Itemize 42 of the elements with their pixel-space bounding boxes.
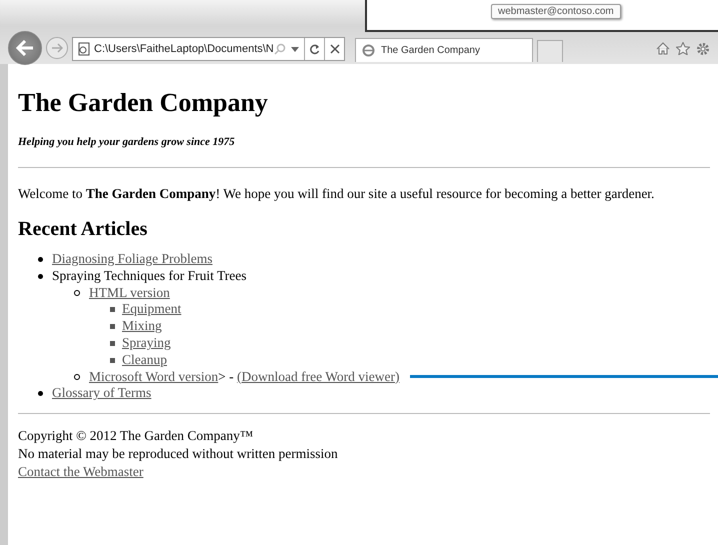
refresh-icon (309, 44, 320, 54)
article-link[interactable]: (Download free Word viewer) (237, 368, 400, 386)
browser-logo-icon (362, 44, 375, 57)
close-icon (330, 44, 340, 54)
copyright-text: Copyright © 2012 The Garden Company™ (18, 427, 254, 446)
address-bar[interactable]: C:\Users\FaitheLaptop\Documents\N (72, 37, 345, 61)
bullet-icon (38, 274, 43, 279)
article-link[interactable]: Equipment (122, 301, 182, 318)
bullet-icon (74, 374, 80, 380)
forward-arrow-icon (51, 43, 63, 53)
bullet-icon (38, 256, 43, 262)
dropdown-caret-icon[interactable] (291, 46, 299, 52)
back-arrow-icon (16, 40, 34, 56)
section-heading: Recent Articles (18, 217, 148, 241)
page-title: The Garden Company (18, 88, 269, 118)
back-button[interactable] (8, 31, 42, 65)
article-link[interactable]: Cleanup (122, 352, 167, 369)
article-text: Spraying Techniques for Fruit Trees (52, 268, 247, 285)
tooltip: webmaster@contoso.com (491, 4, 621, 19)
page-icon (77, 42, 91, 56)
article-link[interactable]: Mixing (122, 318, 162, 335)
star-icon[interactable] (676, 42, 690, 55)
address-text: C:\Users\FaitheLaptop\Documents\N (93, 43, 274, 55)
contact-link[interactable]: Contact the Webmaster (18, 464, 144, 480)
bullet-icon (74, 290, 80, 296)
article-text: > - (218, 368, 235, 386)
article-link[interactable]: Diagnosing Foliage Problems (52, 251, 212, 268)
article-link[interactable]: HTML version (89, 284, 170, 302)
home-icon[interactable] (656, 42, 670, 55)
bullet-icon (110, 307, 115, 312)
welcome-text: Welcome to The Garden Company! We hope you will find our site a useful resource for becoming a better gardener. (18, 185, 656, 203)
bullet-icon (110, 358, 115, 363)
bullet-icon (110, 324, 115, 330)
article-link[interactable]: Glossary of Terms (52, 385, 152, 402)
settings-icon[interactable] (696, 42, 710, 56)
notice-text: No material may be reproduced without written permission (18, 445, 339, 464)
article-link[interactable]: Spraying (122, 334, 171, 352)
article-link[interactable]: Microsoft Word version (89, 368, 218, 386)
tagline: Helping you help your gardens grow since 1975 (18, 136, 236, 148)
bullet-icon (110, 340, 115, 346)
bullet-icon (38, 391, 43, 396)
browser-tab[interactable]: The Garden Company (355, 38, 533, 62)
